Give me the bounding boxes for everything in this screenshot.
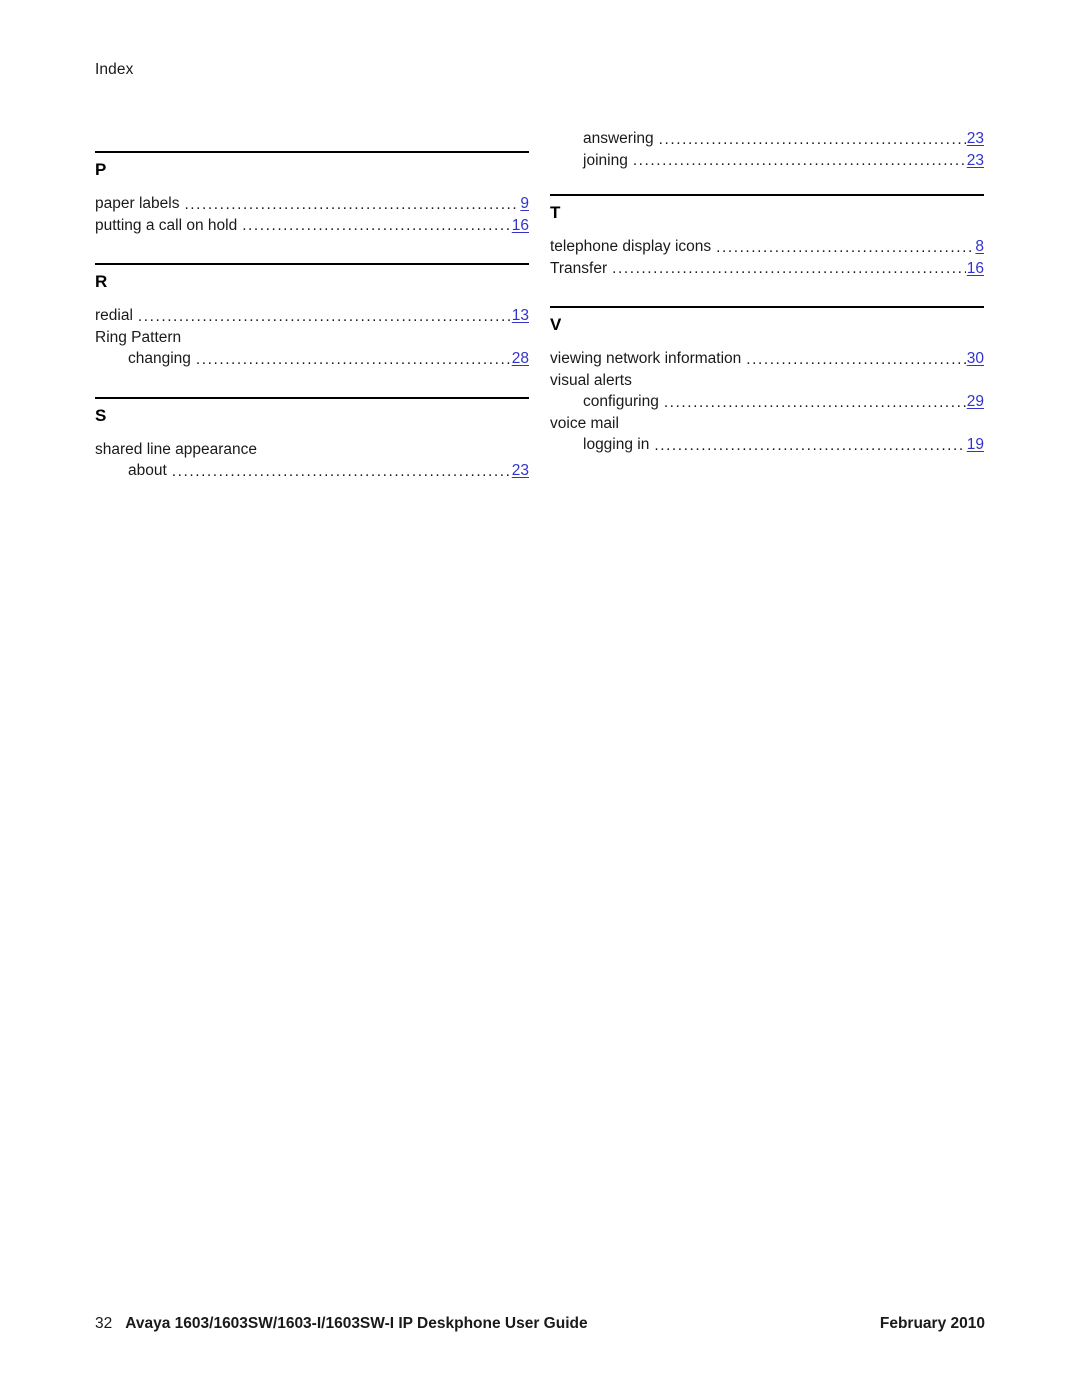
index-entry: voice mail (550, 413, 984, 435)
index-page-link[interactable]: 16 (967, 258, 984, 280)
dot-leader (172, 464, 511, 482)
index-entry-term: logging in (583, 436, 650, 453)
page-footer: 32 Avaya 1603/1603SW/1603-I/1603SW-I IP … (95, 1314, 985, 1334)
index-entry-term: paper labels (95, 195, 180, 212)
index-entry[interactable]: about 23 (95, 460, 529, 482)
index-page-link[interactable]: 28 (512, 348, 529, 370)
section-entry-list: paper labels 9 putting a call on hold 16 (95, 193, 529, 236)
section-letter-heading: V (550, 315, 562, 334)
dot-leader (633, 153, 966, 171)
index-column-left: Ppaper labels 9 putting a call on hold 16 Rr… (95, 128, 529, 486)
dot-leader (746, 352, 965, 370)
section-entry-list: redial 13 Ring Pattern changing 28 (95, 305, 529, 370)
dot-leader (242, 218, 511, 236)
dot-leader (664, 395, 966, 413)
index-page-link[interactable]: 23 (967, 150, 984, 172)
index-section-r: Rredial 13 Ring Pattern changing 28 (95, 263, 529, 370)
index-entry: Ring Pattern (95, 327, 529, 349)
index-entry[interactable]: telephone display icons 8 (550, 236, 984, 258)
dot-leader (659, 132, 966, 150)
section-divider (95, 396, 529, 399)
section-divider (95, 151, 529, 153)
section-letter-heading: S (95, 405, 107, 425)
index-entry[interactable]: logging in 19 (550, 434, 984, 456)
index-entry-term: shared line appearance (95, 440, 258, 458)
section-entry-list: shared line appearance about 23 (95, 439, 529, 482)
index-entry-term: telephone display icons (550, 238, 712, 255)
footer-document-title: Avaya 1603/1603SW/1603-I/1603SW-I IP Des… (125, 1315, 588, 1332)
section-letter-heading: R (95, 272, 108, 291)
index-entry-term: redial (95, 307, 133, 324)
index-section-t: Ttelephone display icons 8 Transfer 16 (550, 194, 984, 279)
index-section-s: Sshared line appearance about 23 (95, 396, 529, 482)
dot-leader (654, 438, 965, 456)
index-page-link[interactable]: 16 (512, 215, 529, 237)
index-entry-term: Transfer (550, 259, 608, 277)
index-entry[interactable]: paper labels 9 (95, 193, 529, 215)
index-entry[interactable]: joining 23 (550, 150, 984, 172)
index-entry-term: voice mail (550, 414, 619, 432)
dot-leader (138, 309, 511, 327)
dot-leader (196, 352, 511, 370)
index-entry[interactable]: changing 28 (95, 348, 529, 370)
index-entry[interactable]: putting a call on hold 16 (95, 215, 529, 237)
running-header: Index (95, 61, 134, 78)
index-entry-term: Ring Pattern (95, 328, 182, 346)
index-page-link[interactable]: 9 (520, 193, 529, 215)
index-entry-term: joining (583, 151, 628, 169)
index-page: Index Ppaper labels9putting a call on ho… (0, 0, 1080, 1397)
index-page-link[interactable]: 19 (967, 434, 984, 456)
index-page-link[interactable]: 30 (967, 348, 984, 370)
index-entry[interactable]: redial 13 (95, 305, 529, 327)
index-entry: shared line appearance (95, 439, 529, 461)
index-page-link[interactable]: 23 (967, 128, 984, 150)
section-divider (550, 194, 984, 196)
index-entry-term: about (128, 462, 167, 479)
index-entry[interactable]: configuring 29 (550, 391, 984, 413)
index-entry-term: putting a call on hold (95, 216, 238, 234)
section-divider (550, 306, 984, 308)
index-entry[interactable]: answering 23 (550, 128, 984, 150)
dot-leader (184, 197, 519, 215)
index-entry-term: configuring (583, 393, 659, 410)
index-entry[interactable]: viewing network information 30 (550, 348, 984, 370)
index-page-link[interactable]: 13 (512, 305, 529, 327)
dot-leader (612, 261, 966, 279)
continued-entries: answering 23 joining 23 (550, 128, 984, 171)
section-entry-list: telephone display icons 8 Transfer 16 (550, 236, 984, 279)
index-entry-term: changing (128, 350, 191, 367)
footer-date: February 2010 (879, 1315, 985, 1332)
index-page-link[interactable]: 23 (512, 460, 529, 482)
index-page-link[interactable]: 8 (975, 236, 984, 258)
dot-leader (716, 240, 974, 258)
section-divider (95, 263, 529, 265)
index-section-v: Vviewing network information 30 visual ale… (550, 306, 984, 456)
footer-page-number: 32 (95, 1315, 113, 1332)
index-entry[interactable]: Transfer 16 (550, 258, 984, 280)
index-page-link[interactable]: 29 (967, 391, 984, 413)
index-column-right: answering 23 joining 23 Ttelephone display i… (550, 128, 984, 460)
index-entry-term: visual alerts (550, 371, 632, 389)
index-entry-term: viewing network information (550, 350, 742, 367)
section-entry-list: viewing network information 30 visual aler… (550, 348, 984, 456)
index-entry: visual alerts (550, 370, 984, 392)
section-letter-heading: P (95, 160, 107, 179)
index-section-p: Ppaper labels 9 putting a call on hold 16 (95, 151, 529, 236)
index-entry-term: answering (583, 130, 654, 147)
section-letter-heading: T (550, 203, 561, 222)
